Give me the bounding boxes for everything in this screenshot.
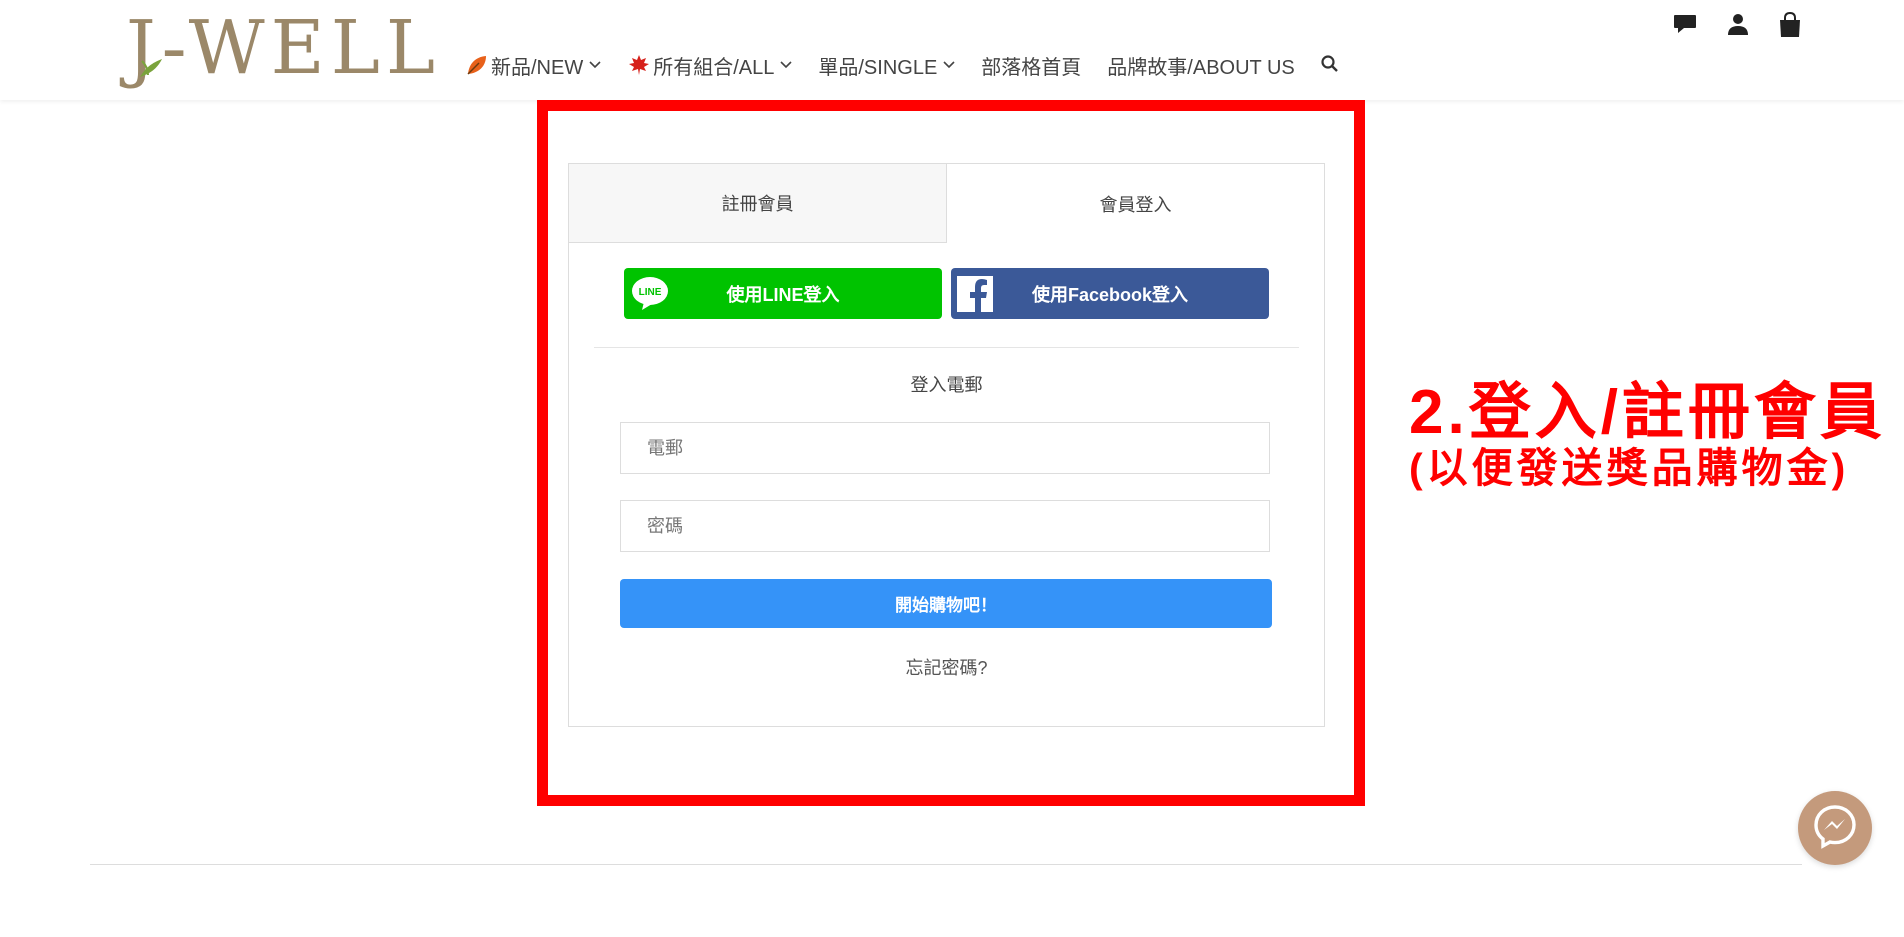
autumn-leaf-icon (465, 54, 489, 76)
line-login-label: 使用LINE登入 (726, 284, 840, 305)
line-login-button[interactable]: LINE 使用LINE登入 (624, 268, 942, 319)
chevron-down-icon (589, 61, 601, 69)
chevron-down-icon (780, 61, 792, 69)
messenger-icon (1812, 803, 1858, 854)
tab-login[interactable]: 會員登入 (947, 164, 1324, 243)
main-nav: 新品/NEW 所有組合/ALL 單品/SINGLE 部落格首頁 品牌故事/ABO… (465, 50, 1321, 80)
search-icon[interactable] (1320, 54, 1340, 79)
social-login-row: LINE 使用LINE登入 使用Facebook登入 (624, 268, 1269, 319)
logo-leaf-icon (138, 14, 164, 94)
auth-tabs: 註冊會員 會員登入 (569, 164, 1324, 243)
brand-logo[interactable]: J-WELL (126, 8, 435, 88)
nav-label-blog: 部落格首頁 (981, 56, 1082, 79)
tab-register[interactable]: 註冊會員 (569, 164, 947, 243)
nav-item-new[interactable]: 新品/NEW (465, 51, 601, 80)
site-header: J-WELL 新品/NEW 所有組合/ALL 單品/SINGLE 部落格首頁 品… (0, 0, 1904, 100)
messenger-chat-button[interactable] (1798, 791, 1872, 865)
chat-icon[interactable] (1672, 12, 1698, 38)
footer-divider (90, 864, 1802, 865)
nav-item-single[interactable]: 單品/SINGLE (818, 51, 955, 80)
nav-item-blog[interactable]: 部落格首頁 (981, 51, 1081, 80)
user-icon[interactable] (1726, 12, 1750, 38)
line-icon-text: LINE (639, 287, 662, 298)
facebook-login-button[interactable]: 使用Facebook登入 (951, 268, 1269, 319)
email-field[interactable] (620, 422, 1270, 474)
nav-label-all: 所有組合/ALL (653, 56, 775, 79)
nav-label-single: 單品/SINGLE (818, 56, 938, 79)
annotation-subtitle: (以便發送獎品購物金) (1409, 445, 1850, 491)
email-section-label: 登入電郵 (910, 375, 983, 395)
nav-item-all[interactable]: 所有組合/ALL (627, 51, 792, 80)
header-icons (1672, 12, 1802, 38)
line-icon: LINE (630, 274, 670, 319)
shopping-bag-icon[interactable] (1778, 12, 1802, 38)
auth-panel: 註冊會員 會員登入 LINE 使用LINE登入 使用Facebook登入 登入電… (568, 163, 1325, 727)
nav-item-about[interactable]: 品牌故事/ABOUT US (1107, 51, 1294, 80)
nav-label-new: 新品/NEW (491, 56, 584, 79)
start-shopping-button[interactable]: 開始購物吧！ (620, 579, 1272, 628)
facebook-icon (957, 276, 993, 317)
divider (594, 347, 1299, 348)
maple-leaf-icon (627, 54, 651, 76)
annotation-title: 2.登入/註冊會員 (1409, 378, 1886, 447)
nav-label-about: 品牌故事/ABOUT US (1107, 56, 1295, 79)
forgot-password-link[interactable]: 忘記密碼? (569, 654, 1324, 680)
password-field[interactable] (620, 500, 1270, 552)
chevron-down-icon (943, 61, 955, 69)
facebook-login-label: 使用Facebook登入 (1031, 284, 1189, 305)
logo-text: J-WELL (126, 5, 441, 91)
